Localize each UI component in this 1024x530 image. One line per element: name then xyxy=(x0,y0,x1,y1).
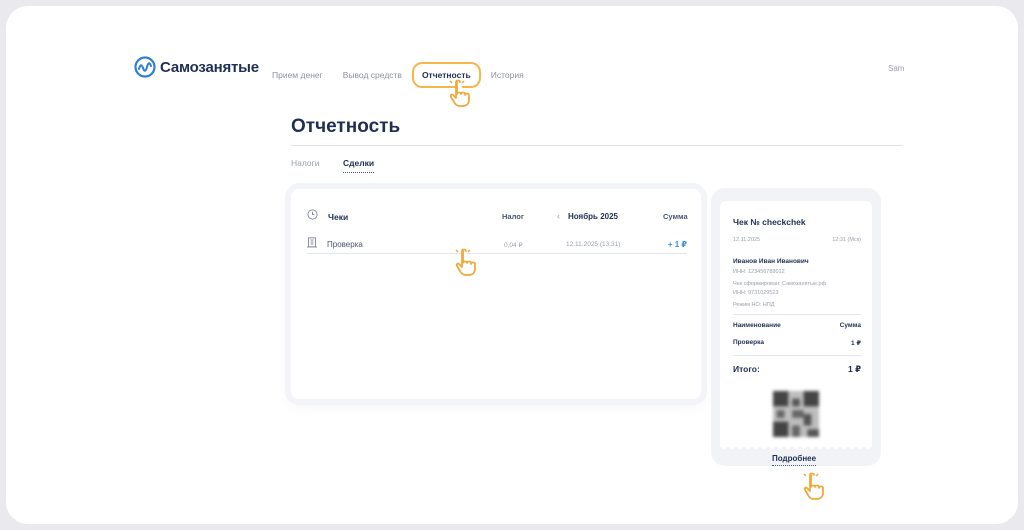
brand-logo-icon xyxy=(134,56,156,78)
hand-pointer-icon xyxy=(455,248,476,276)
receipt-total-value: 1 ₽ xyxy=(847,364,861,374)
receipt-inn: ИНН: 123456789012 xyxy=(733,269,785,275)
main-nav: Прием денег Вывод средств Отчетность Ист… xyxy=(272,62,544,88)
receipt-formed-inn: ИНН: 9731029523 xyxy=(733,290,779,296)
row-date: 12.11.2025 (13:31) xyxy=(566,241,621,248)
tax-column-header: Налог xyxy=(502,212,524,221)
chevron-left-icon[interactable]: ‹ xyxy=(557,211,560,221)
receipt-date: 12.11.2025 xyxy=(733,237,761,243)
tab-deals[interactable]: Сделки xyxy=(343,158,375,173)
receipt-item-sum: 1 ₽ xyxy=(851,340,861,347)
nav-item-history[interactable]: История xyxy=(491,70,524,80)
brand-name: Самозанятые xyxy=(160,58,259,76)
nav-item-withdraw[interactable]: Вывод средств xyxy=(343,70,402,80)
receipt-time: 12:31 (Мск) xyxy=(832,237,861,243)
receipt-divider xyxy=(733,355,861,356)
receipts-card: Чеки Налог ‹ Ноябрь 2025 Сумма Проверка … xyxy=(291,189,701,399)
more-details-link[interactable]: Подробнее xyxy=(772,454,817,466)
receipt-regime: Режим НО: НПД xyxy=(733,302,775,308)
receipt-col-name: Наименование xyxy=(733,322,781,329)
receipt-item-name: Проверка xyxy=(733,339,764,346)
receipts-header: Чеки Налог ‹ Ноябрь 2025 Сумма xyxy=(291,209,701,225)
receipts-title: Чеки xyxy=(328,212,349,222)
sum-column-header: Сумма xyxy=(663,212,688,221)
table-row[interactable]: Проверка 0,04 ₽ 12.11.2025 (13:31) + 1 ₽ xyxy=(307,237,687,254)
nav-item-receive[interactable]: Прием денег xyxy=(272,70,323,80)
qr-code xyxy=(773,391,819,437)
building-icon xyxy=(307,237,317,248)
hand-pointer-icon xyxy=(449,79,470,107)
row-tax: 0,04 ₽ xyxy=(504,242,523,249)
row-name: Проверка xyxy=(327,240,363,249)
receipt-divider xyxy=(733,314,861,315)
receipt-total-label: Итого: xyxy=(733,364,760,374)
receipt-col-sum: Сумма xyxy=(839,322,861,329)
title-divider xyxy=(291,145,903,146)
tab-taxes[interactable]: Налоги xyxy=(291,158,320,168)
app-window: Самозанятые Прием денег Вывод средств От… xyxy=(6,6,1018,524)
page-title: Отчетность xyxy=(291,116,401,137)
receipt-formed-by: Чек сформирован: Самозанятые.рф xyxy=(733,281,827,287)
receipt-person: Иванов Иван Иванович xyxy=(733,258,809,265)
receipt-preview: Чек № checkchek 12.11.2025 12:31 (Мск) И… xyxy=(720,201,872,443)
clock-icon xyxy=(307,209,318,220)
month-selector[interactable]: Ноябрь 2025 xyxy=(568,212,618,221)
hand-pointer-icon xyxy=(803,472,824,500)
receipt-edge xyxy=(720,443,872,450)
row-amount: + 1 ₽ xyxy=(667,240,687,249)
receipt-title: Чек № checkchek xyxy=(733,217,806,227)
user-menu[interactable]: Sam xyxy=(888,64,904,73)
brand-logo[interactable]: Самозанятые xyxy=(134,56,259,78)
